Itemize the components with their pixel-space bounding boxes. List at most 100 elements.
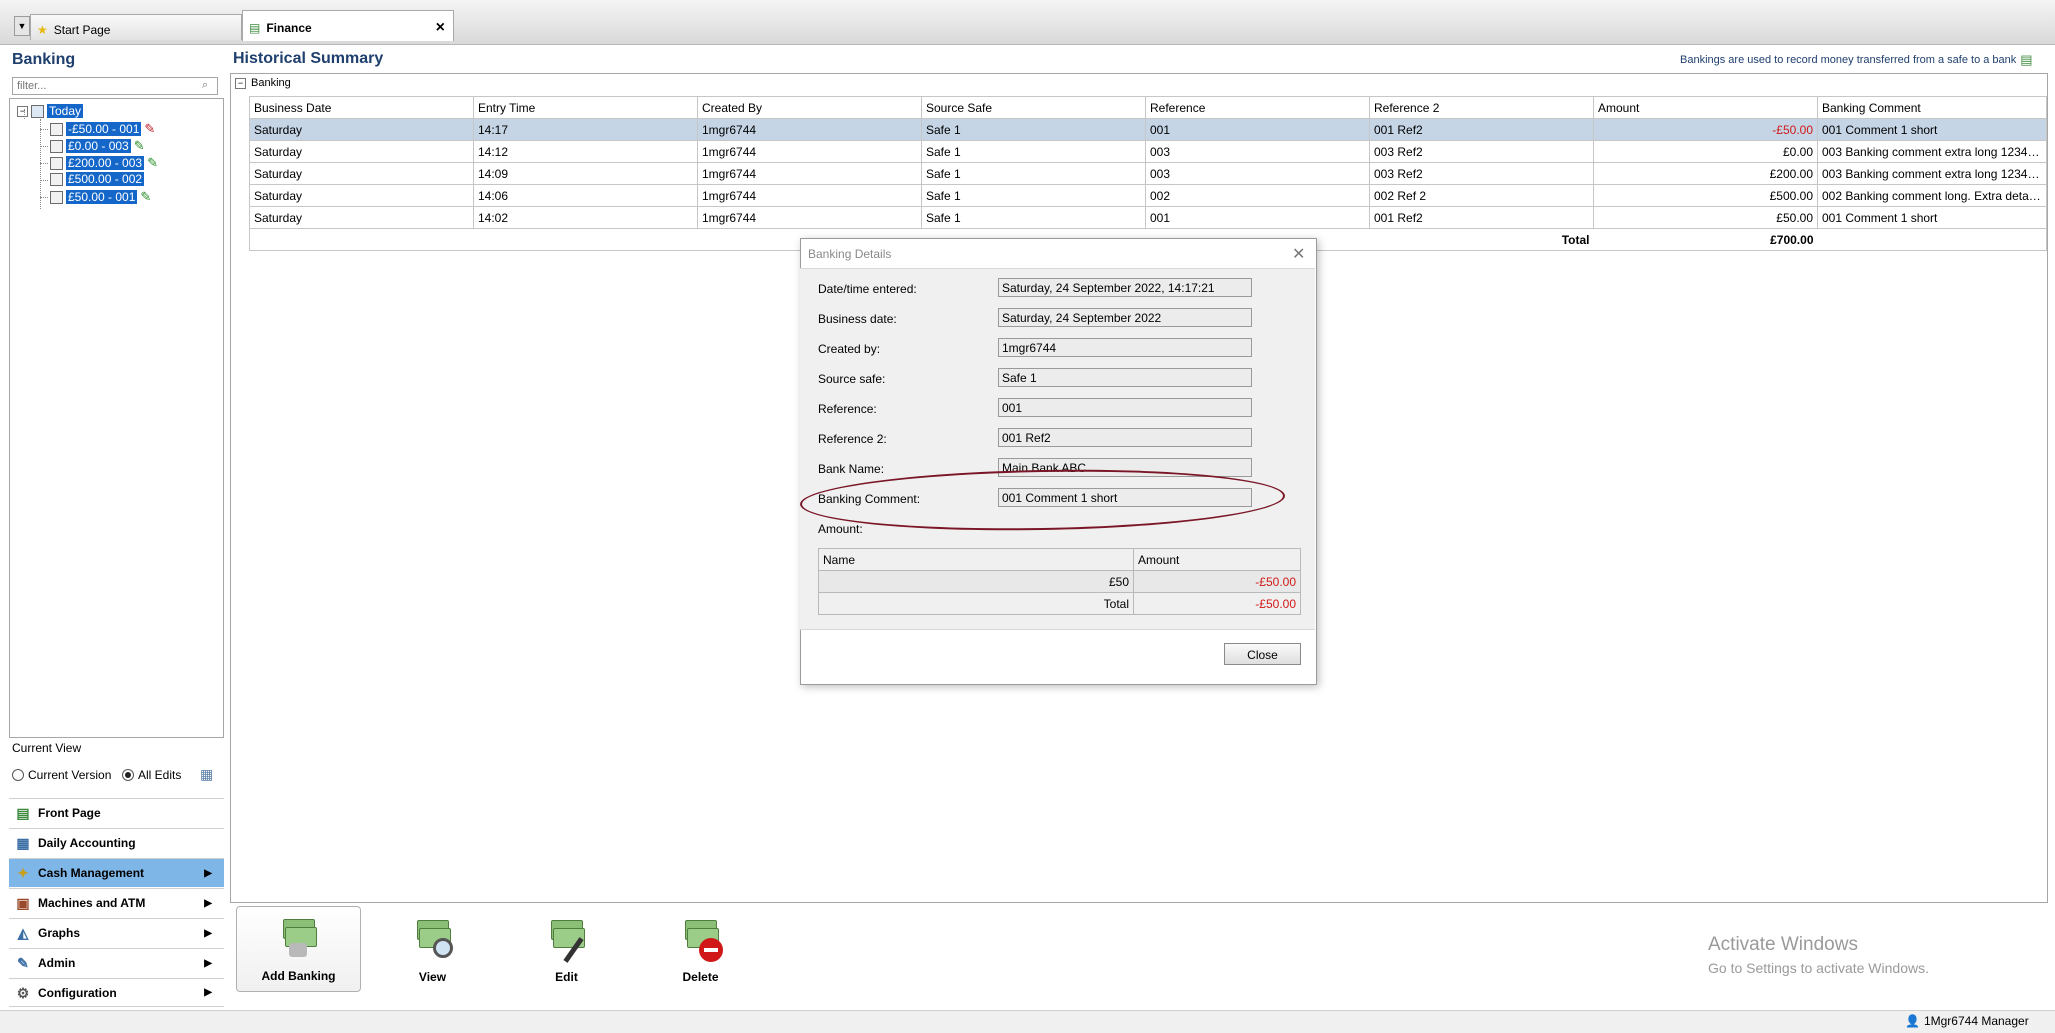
search-icon[interactable]: ⌕: [202, 79, 208, 92]
cell-reference: 003: [1145, 140, 1370, 163]
cell-comment: 001 Comment 1 short: [1817, 206, 2047, 229]
all-edits-radio[interactable]: [122, 769, 134, 781]
cell-safe: Safe 1: [921, 184, 1146, 207]
cell-reference: 001: [1145, 206, 1370, 229]
source-safe-field[interactable]: Safe 1: [998, 368, 1252, 387]
cell-created-by: 1mgr6744: [697, 140, 922, 163]
table-row[interactable]: Saturday 14:12 1mgr6744 Safe 1 003 003 R…: [249, 140, 2047, 163]
datetime-entered-field[interactable]: Saturday, 24 September 2022, 14:17:21: [998, 278, 1252, 297]
filter-input[interactable]: [12, 77, 218, 95]
table-header: Business Date Entry Time Created By Sour…: [249, 96, 2047, 119]
cell-amount: £200.00: [1593, 162, 1818, 185]
col-business-date[interactable]: Business Date: [249, 96, 474, 119]
reference-field[interactable]: 001: [998, 398, 1252, 417]
tab-start-page-label: Start Page: [53, 22, 111, 37]
nav-graphs[interactable]: ◭ Graphs ▶: [9, 918, 224, 947]
close-tab-icon[interactable]: ×: [436, 19, 445, 37]
edit-green-icon: ✎: [147, 155, 158, 170]
cell-reference-2: 003 Ref2: [1369, 140, 1594, 163]
calendar-icon[interactable]: ▦: [200, 766, 213, 783]
table-row[interactable]: Saturday 14:17 1mgr6744 Safe 1 001 001 R…: [249, 118, 2047, 141]
col-entry-time[interactable]: Entry Time: [473, 96, 698, 119]
col-reference-2[interactable]: Reference 2: [1369, 96, 1594, 119]
chevron-right-icon: ▶: [204, 897, 212, 909]
edit-button[interactable]: Edit: [504, 906, 629, 992]
edit-green-icon: ✎: [140, 189, 152, 204]
tree-item[interactable]: £50.00 - 001 ✎: [50, 189, 151, 205]
page-title: Historical Summary: [233, 50, 384, 67]
field-label: Date/time entered:: [818, 282, 917, 296]
amount-label: Amount:: [818, 522, 863, 536]
nav-label: Machines and ATM: [38, 896, 146, 910]
cell-created-by: 1mgr6744: [697, 118, 922, 141]
tree-item[interactable]: -£50.00 - 001 ✎: [50, 121, 155, 137]
cell-reference-2: 002 Ref 2: [1369, 184, 1594, 207]
nav-machines-atm[interactable]: ▣ Machines and ATM ▶: [9, 888, 224, 917]
col-banking-comment[interactable]: Banking Comment: [1817, 96, 2047, 119]
cell-reference: 001: [1145, 118, 1370, 141]
table-row[interactable]: Saturday 14:09 1mgr6744 Safe 1 003 003 R…: [249, 162, 2047, 185]
tree-item[interactable]: £200.00 - 003 ✎: [50, 155, 158, 171]
activate-windows-watermark: Activate Windows Go to Settings to activ…: [1708, 934, 1929, 976]
total-label: Total: [1369, 228, 1594, 251]
nav-configuration[interactable]: ⚙ Configuration ▶: [9, 978, 224, 1007]
cell-reference-2: 003 Ref2: [1369, 162, 1594, 185]
delete-button[interactable]: Delete: [638, 906, 763, 992]
banking-tree[interactable]: − Today -£50.00 - 001 ✎ £0.00 - 003 ✎ £2…: [9, 98, 224, 738]
chevron-right-icon: ▶: [204, 927, 212, 939]
nav-admin[interactable]: ✎ Admin ▶: [9, 948, 224, 977]
cell-created-by: 1mgr6744: [697, 206, 922, 229]
view-label: View: [418, 970, 447, 984]
add-banking-button[interactable]: Add Banking: [236, 906, 361, 992]
tab-finance[interactable]: ▤ Finance ×: [242, 10, 454, 41]
current-version-option[interactable]: Current Version: [12, 768, 111, 782]
nav-front-page[interactable]: ▤ Front Page: [9, 798, 224, 827]
delete-label: Delete: [682, 970, 719, 984]
tree-item[interactable]: £500.00 - 002: [50, 172, 145, 186]
chevron-right-icon: ▶: [204, 957, 212, 969]
table-row[interactable]: Saturday 14:02 1mgr6744 Safe 1 001 001 R…: [249, 206, 2047, 229]
business-date-field[interactable]: Saturday, 24 September 2022: [998, 308, 1252, 327]
close-button[interactable]: Close: [1224, 643, 1301, 665]
cell-time: 14:17: [473, 118, 698, 141]
graph-icon: ◭: [17, 925, 29, 941]
reference-2-field[interactable]: 001 Ref2: [998, 428, 1252, 447]
group-header[interactable]: − Banking: [235, 77, 291, 89]
tree-item[interactable]: £0.00 - 003 ✎: [50, 138, 145, 154]
nav-label: Graphs: [38, 926, 81, 940]
current-version-radio[interactable]: [12, 769, 24, 781]
tab-start-page[interactable]: ★ Start Page: [30, 14, 242, 40]
user-icon: 👤: [1905, 1014, 1920, 1028]
col-source-safe[interactable]: Source Safe: [921, 96, 1146, 119]
cell-reference-2: 001 Ref2: [1369, 118, 1594, 141]
document-icon: [50, 122, 63, 136]
tab-list-dropdown-icon[interactable]: ▼: [14, 16, 30, 36]
cell-amount: -£50.00: [1593, 118, 1818, 141]
view-button[interactable]: View: [370, 906, 495, 992]
created-by-field[interactable]: 1mgr6744: [998, 338, 1252, 357]
cell-safe: Safe 1: [921, 118, 1146, 141]
cell-date: Saturday: [249, 140, 474, 163]
col-amount[interactable]: Amount: [1593, 96, 1818, 119]
calculator-icon: ▦: [16, 835, 30, 851]
field-label: Created by:: [818, 342, 881, 356]
edit-icon: [547, 918, 587, 963]
banking-hint-text: Bankings are used to record money transf…: [1680, 54, 2017, 66]
table-row[interactable]: Saturday 14:06 1mgr6744 Safe 1 002 002 R…: [249, 184, 2047, 207]
nav-cash-management[interactable]: ✦ Cash Management ▶: [9, 858, 224, 887]
dialog-close-icon[interactable]: ✕: [1292, 244, 1305, 264]
tree-root[interactable]: − Today: [17, 104, 84, 118]
amount-table-header: Name Amount: [818, 548, 1301, 571]
col-reference[interactable]: Reference: [1145, 96, 1370, 119]
col-created-by[interactable]: Created By: [697, 96, 922, 119]
cell-safe: Safe 1: [921, 206, 1146, 229]
cell-time: 14:09: [473, 162, 698, 185]
cell-reference: 003: [1145, 162, 1370, 185]
all-edits-option[interactable]: All Edits: [122, 768, 181, 782]
sidebar-title: Banking: [12, 51, 76, 68]
col-amount: Amount: [1133, 548, 1301, 571]
nav-daily-accounting[interactable]: ▦ Daily Accounting: [9, 828, 224, 857]
cell-amount: £50.00: [1593, 206, 1818, 229]
collapse-icon[interactable]: −: [235, 77, 246, 89]
collapse-icon[interactable]: −: [17, 105, 28, 117]
